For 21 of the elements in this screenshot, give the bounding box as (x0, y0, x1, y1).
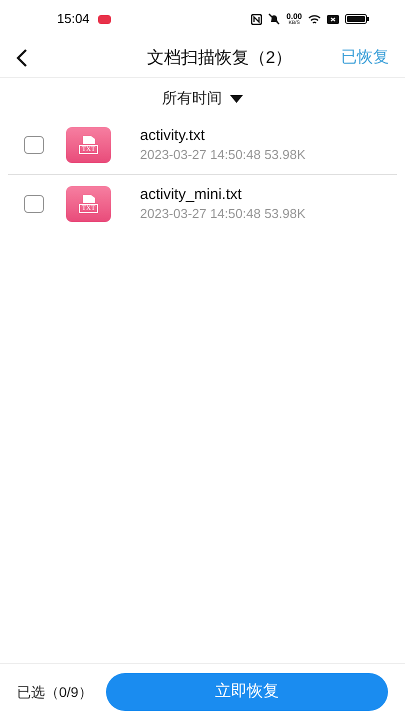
file-details: 2023-03-27 14:50:48 53.98K (140, 146, 306, 164)
file-name: activity_mini.txt (140, 184, 243, 204)
wifi-icon (308, 14, 321, 24)
battery-icon (345, 14, 369, 24)
time-filter-dropdown[interactable]: 所有时间 (162, 88, 243, 110)
dropdown-caret-icon (230, 95, 243, 104)
file-details: 2023-03-27 14:50:48 53.98K (140, 204, 306, 222)
back-chevron-icon (16, 48, 28, 66)
selected-count: 已选（0/9） (17, 682, 92, 702)
recover-now-button[interactable]: 立即恢复 (106, 673, 388, 711)
status-time: 15:04 (57, 10, 90, 28)
mute-bell-icon (268, 13, 280, 25)
app-notification-icon (98, 14, 111, 24)
sim-icon (327, 14, 339, 24)
file-name: activity.txt (140, 126, 206, 146)
recovered-link[interactable]: 已恢复 (341, 46, 389, 70)
file-checkbox[interactable] (24, 194, 44, 212)
nfc-icon (251, 14, 262, 24)
network-speed: 0.00 (286, 12, 302, 20)
page-title: 文档扫描恢复（2） (146, 46, 292, 69)
file-checkbox[interactable] (24, 136, 44, 154)
